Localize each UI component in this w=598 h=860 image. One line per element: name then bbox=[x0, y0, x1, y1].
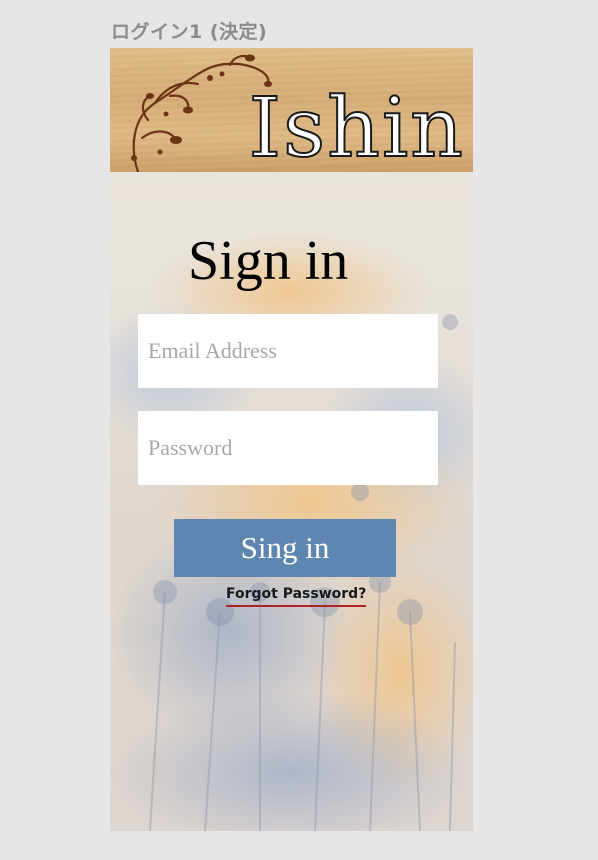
email-field[interactable] bbox=[138, 314, 438, 388]
phone-screen: Ishin Sign in Sing in Forgot Password? bbox=[110, 48, 473, 831]
password-field[interactable] bbox=[138, 411, 438, 485]
artboard-title: ログイン1 (決定) bbox=[111, 21, 268, 43]
app-header: Ishin bbox=[110, 48, 473, 172]
ishin-logo: Ishin bbox=[248, 81, 465, 176]
page-title: Sign in bbox=[188, 230, 349, 292]
forgot-password-link[interactable]: Forgot Password? bbox=[226, 586, 367, 607]
sign-in-button[interactable]: Sing in bbox=[174, 519, 396, 577]
